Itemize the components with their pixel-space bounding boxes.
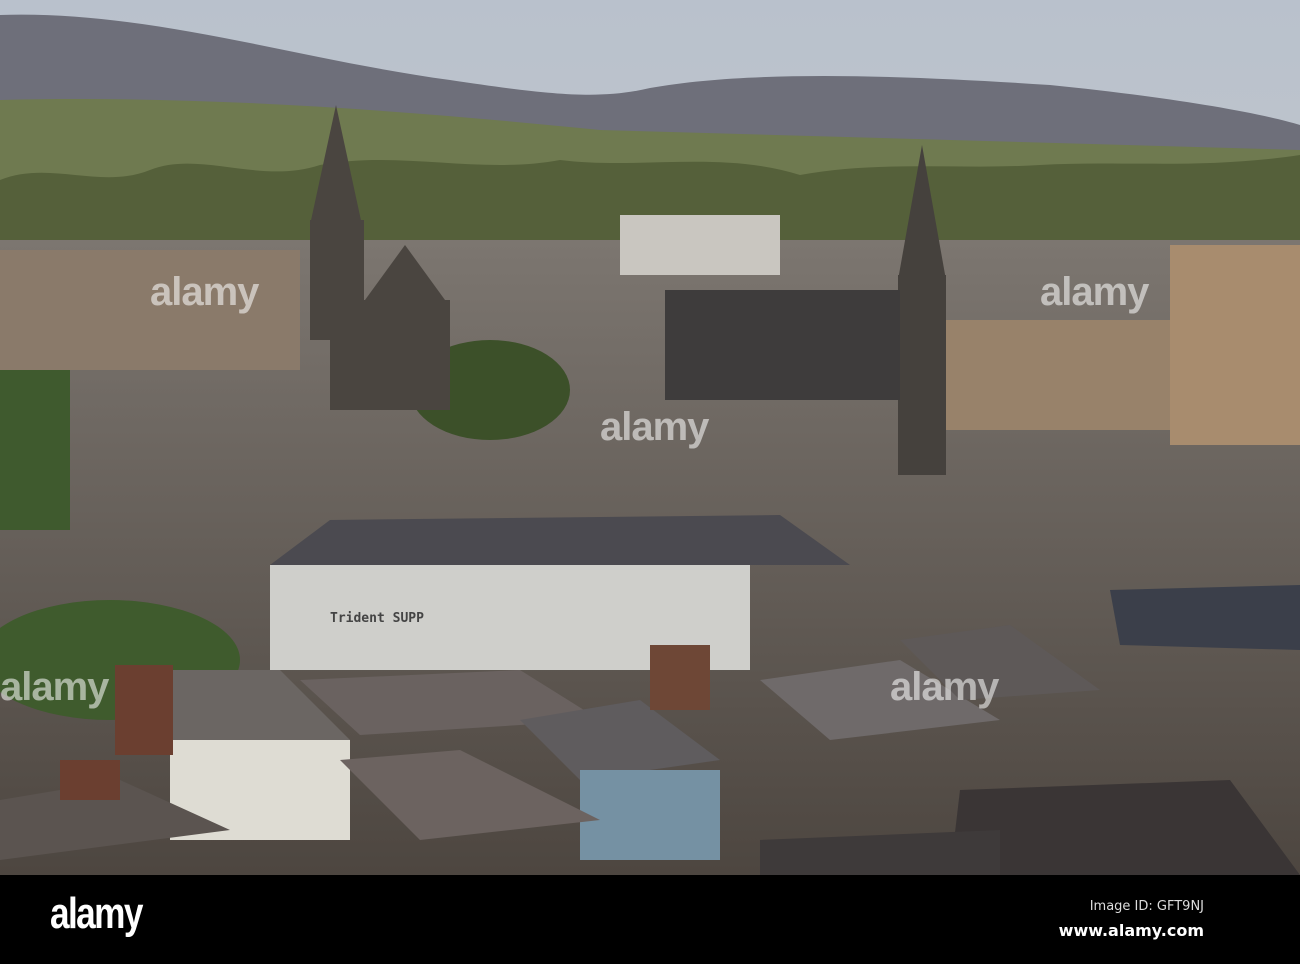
watermark: alamy [0, 665, 109, 709]
watermark: alamy [150, 270, 259, 314]
watermark: alamy [1040, 270, 1149, 314]
footer-bar: alamy Image ID: GFT9NJ www.alamy.com [0, 875, 1300, 964]
warehouse-roof [270, 515, 850, 565]
alamy-logo: alamy [50, 889, 143, 938]
website-link[interactable]: www.alamy.com [1059, 921, 1204, 940]
watermark: alamy [890, 665, 999, 709]
image-id: Image ID: GFT9NJ [1089, 899, 1204, 914]
watermark: alamy [600, 405, 709, 449]
warehouse-sign: Trident SUPP [330, 611, 424, 626]
trees-left [0, 370, 70, 530]
